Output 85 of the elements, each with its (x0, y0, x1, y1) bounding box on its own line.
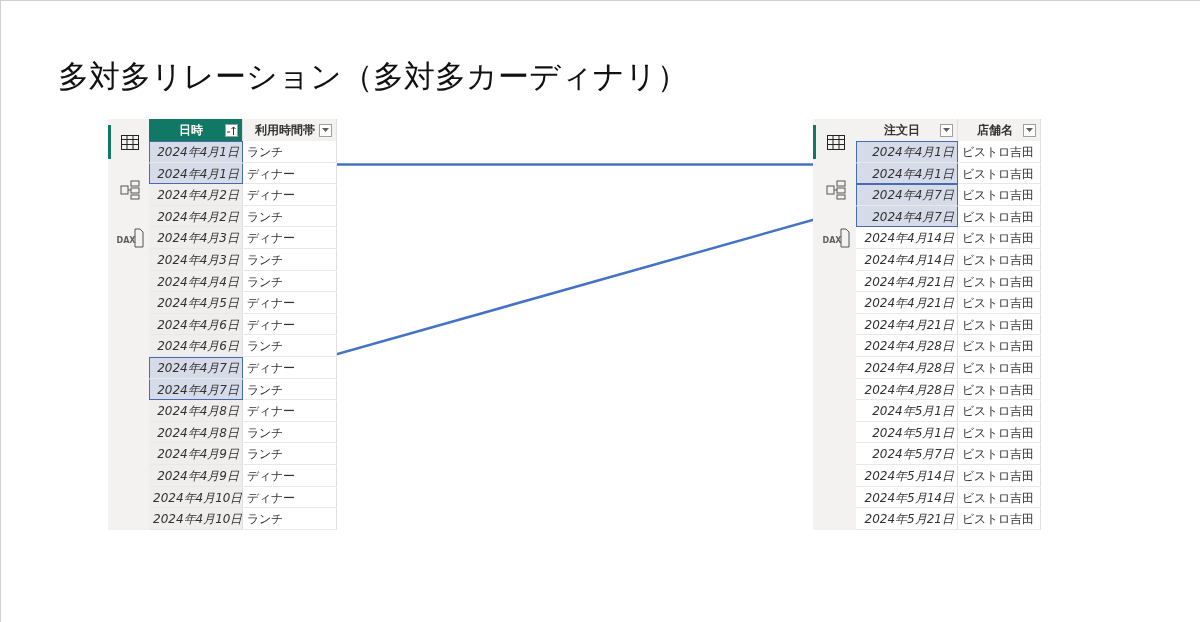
table-cell: 2024年4月14日 (856, 248, 958, 271)
table-cell: ビストロ吉田 (958, 443, 1041, 465)
filter-dropdown-icon[interactable] (1026, 128, 1033, 132)
table-cell: 2024年4月14日 (856, 227, 958, 249)
model-view-icon[interactable] (120, 180, 140, 200)
table-cell: ビストロ吉田 (958, 205, 1041, 228)
table-cell: ビストロ吉田 (958, 356, 1041, 379)
table-cell: 2024年4月2日 (149, 205, 243, 228)
table-cell: 2024年5月21日 (856, 508, 958, 530)
table-cell: ビストロ吉田 (958, 486, 1041, 509)
table-cell: ディナー (243, 486, 337, 509)
table-cell: 2024年4月6日 (149, 335, 243, 357)
table-cell: 2024年4月28日 (856, 335, 958, 357)
table-cell: ディナー (243, 400, 337, 422)
table-cell: ディナー (243, 292, 337, 314)
table-cell: 2024年4月7日 (149, 378, 243, 401)
table-cell: 2024年4月9日 (149, 443, 243, 465)
table-cell: ビストロ吉田 (958, 227, 1041, 249)
table-cell: 2024年4月1日 (856, 141, 958, 163)
table-cell: ビストロ吉田 (958, 400, 1041, 422)
slide-title: 多対多リレーション（多対多カーディナリ） (58, 57, 689, 96)
table-cell: 2024年4月5日 (149, 292, 243, 314)
table-cell: 2024年4月6日 (149, 313, 243, 336)
table-cell: 2024年4月8日 (149, 400, 243, 422)
table-cell: ディナー (243, 356, 337, 379)
table-cell: ビストロ吉田 (958, 248, 1041, 271)
table-cell: 2024年5月14日 (856, 464, 958, 487)
table-cell: ビストロ吉田 (958, 378, 1041, 401)
table-cell: ランチ (243, 335, 337, 357)
table-cell: 2024年4月9日 (149, 464, 243, 487)
table-cell: ビストロ吉田 (958, 508, 1041, 530)
table-cell: ビストロ吉田 (958, 162, 1041, 185)
table-cell: 2024年4月2日 (149, 184, 243, 206)
table-cell: 2024年4月1日 (856, 162, 958, 185)
model-view-icon[interactable] (826, 180, 846, 200)
table-cell: ビストロ吉田 (958, 335, 1041, 357)
table-cell: 2024年4月10日 (149, 486, 243, 509)
table-cell: ビストロ吉田 (958, 421, 1041, 444)
table-cell: ディナー (243, 162, 337, 185)
table-cell: 2024年4月1日 (149, 162, 243, 185)
table-cell: 2024年4月7日 (149, 356, 243, 379)
column-header[interactable]: 日時 (149, 119, 243, 141)
table-cell: 2024年4月28日 (856, 356, 958, 379)
table-cell: 2024年4月3日 (149, 248, 243, 271)
table-cell: 2024年4月21日 (856, 292, 958, 314)
sort-ascending-icon[interactable] (227, 125, 236, 135)
filter-dropdown-icon[interactable] (943, 128, 950, 132)
table-cell: 2024年4月28日 (856, 378, 958, 401)
table-cell: 2024年5月7日 (856, 443, 958, 465)
table-cell: 2024年4月1日 (149, 141, 243, 163)
table-cell: 2024年5月1日 (856, 400, 958, 422)
table-cell: 2024年4月7日 (856, 205, 958, 228)
table-cell: ディナー (243, 184, 337, 206)
column-header[interactable]: 店舗名 (958, 119, 1041, 141)
table-view-icon[interactable] (121, 134, 139, 150)
table-cell: 2024年5月1日 (856, 421, 958, 444)
column-header[interactable]: 利用時間帯 (243, 119, 337, 141)
table-cell: ランチ (243, 270, 337, 293)
table-cell: 2024年4月21日 (856, 270, 958, 293)
table-cell: 2024年4月3日 (149, 227, 243, 249)
table-cell: ランチ (243, 205, 337, 228)
table-cell: ランチ (243, 378, 337, 401)
table-cell: 2024年4月21日 (856, 313, 958, 336)
table-cell: ランチ (243, 443, 337, 465)
table-cell: ランチ (243, 248, 337, 271)
table-cell: 2024年4月7日 (856, 184, 958, 206)
table-cell: 2024年4月10日 (149, 508, 243, 530)
table-cell: ビストロ吉田 (958, 292, 1041, 314)
table-cell: ディナー (243, 464, 337, 487)
table-cell: 2024年4月4日 (149, 270, 243, 293)
table-cell: ディナー (243, 227, 337, 249)
filter-dropdown-icon[interactable] (322, 128, 329, 132)
table-cell: ランチ (243, 141, 337, 163)
table-cell: ビストロ吉田 (958, 313, 1041, 336)
table-cell: ビストロ吉田 (958, 184, 1041, 206)
table-cell: ビストロ吉田 (958, 464, 1041, 487)
table-cell: ディナー (243, 313, 337, 336)
table-view-icon[interactable] (827, 134, 845, 150)
table-cell: ランチ (243, 508, 337, 530)
table-cell: ビストロ吉田 (958, 270, 1041, 293)
column-header[interactable]: 注文日 (856, 119, 958, 141)
table-cell: 2024年5月14日 (856, 486, 958, 509)
table-cell: ビストロ吉田 (958, 141, 1041, 163)
table-cell: ランチ (243, 421, 337, 444)
table-cell: 2024年4月8日 (149, 421, 243, 444)
